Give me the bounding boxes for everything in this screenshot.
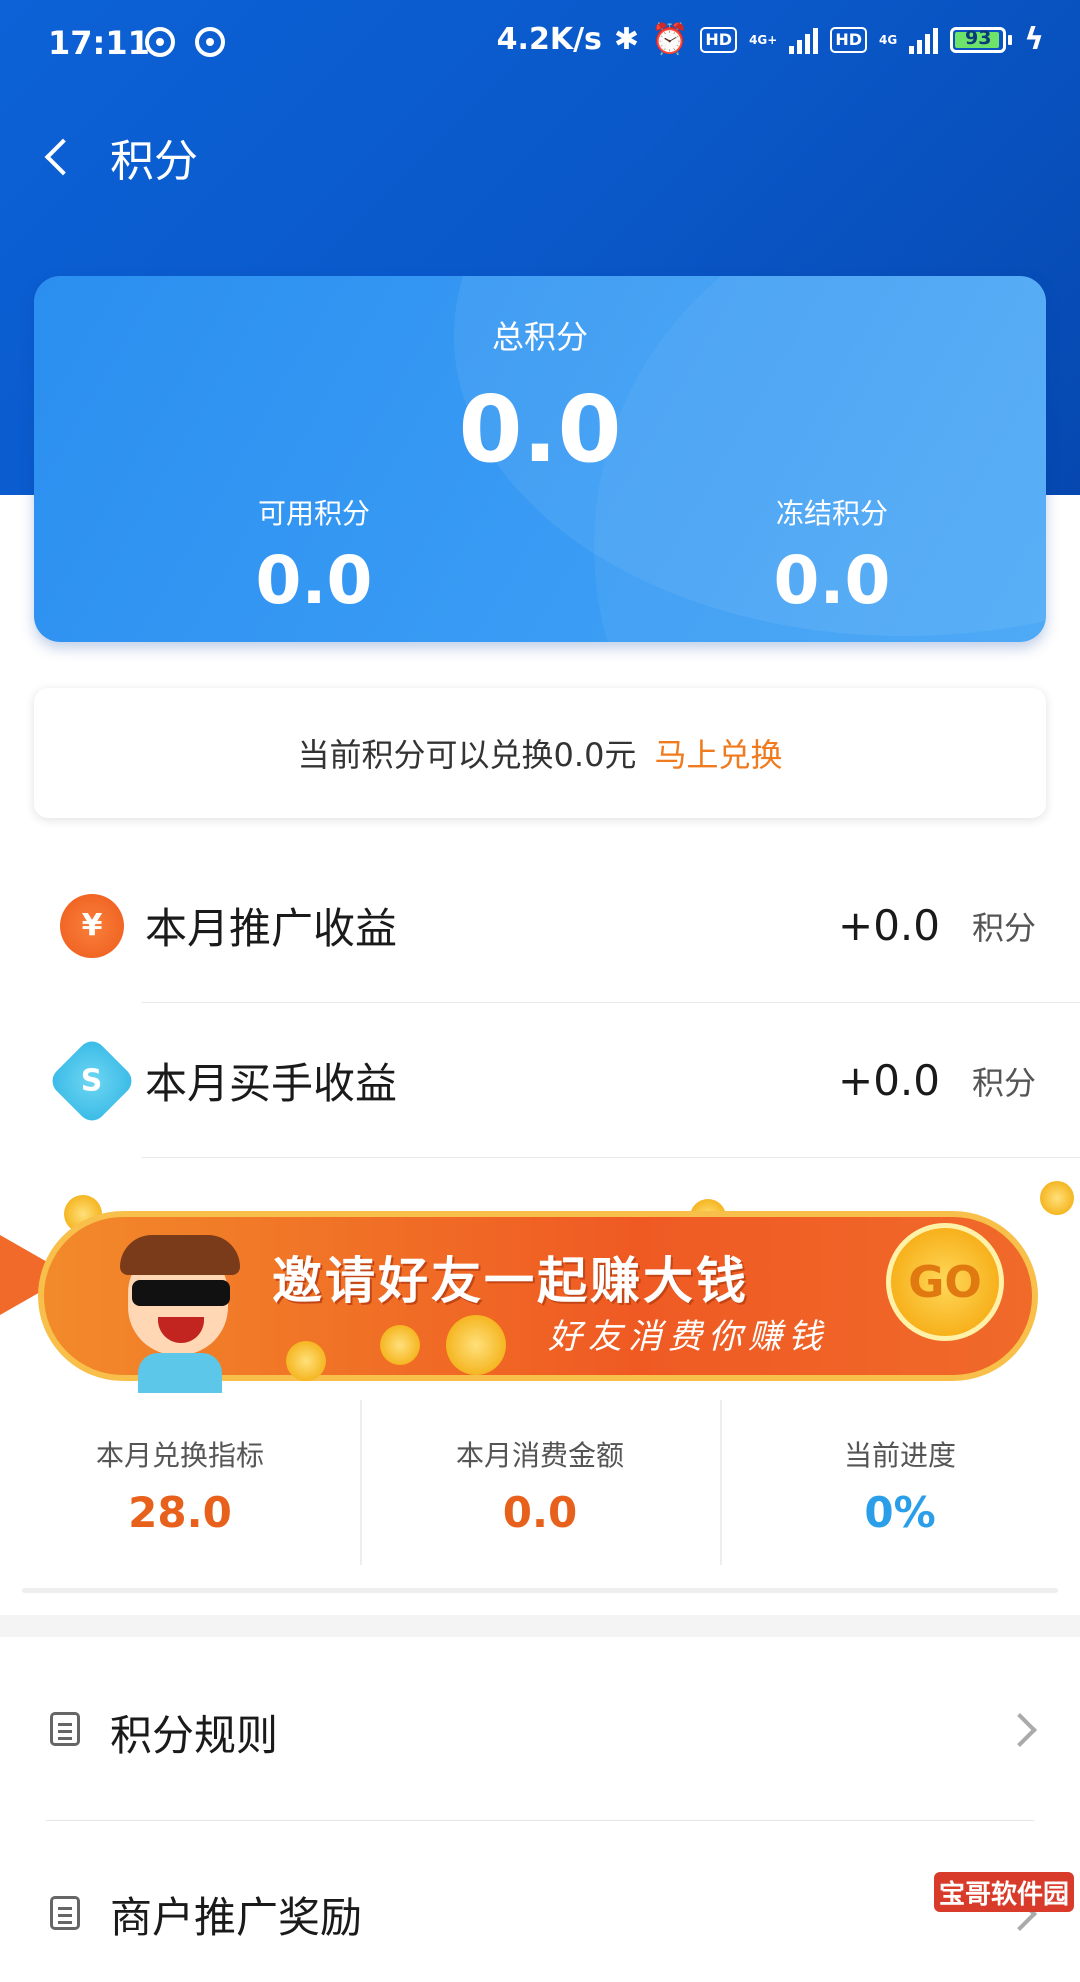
mascot-illustration — [110, 1235, 250, 1393]
menu-divider — [46, 1820, 1034, 1821]
stat-label: 当前进度 — [843, 1439, 956, 1472]
go-button[interactable]: GO — [886, 1223, 1004, 1341]
earnings-unit: 积分 — [971, 908, 1036, 947]
redeem-now-link[interactable]: 马上兑换 — [654, 730, 782, 776]
redeem-card: 当前积分可以兑换0.0元 马上兑换 — [34, 688, 1046, 818]
earnings-row-promotion[interactable]: ¥ 本月推广收益 +0.0 积分 — [0, 848, 1080, 1003]
total-points-label: 总积分 — [491, 318, 588, 356]
stat-label: 本月消费金额 — [455, 1439, 624, 1472]
banner-subtitle: 好友消费你赚钱 — [548, 1317, 828, 1357]
section-separator — [0, 1615, 1080, 1637]
invite-friends-banner[interactable]: 邀请好友一起赚大钱 好友消费你赚钱 GO — [0, 1175, 1080, 1393]
points-summary-card: 总积分 0.0 可用积分 0.0 冻结积分 0.0 — [34, 276, 1046, 642]
banner-title: 邀请好友一起赚大钱 — [272, 1252, 749, 1310]
bluetooth-icon: ✱ — [613, 22, 640, 57]
monthly-stats: 本月兑换指标 28.0 本月消费金额 0.0 当前进度 0% — [0, 1400, 1080, 1565]
coin-decoration — [380, 1325, 420, 1365]
stat-value: 0.0 — [502, 1488, 578, 1537]
charging-icon: ϟ — [1024, 22, 1044, 57]
coin-decoration — [286, 1341, 326, 1381]
frozen-points-label: 冻结积分 — [775, 497, 888, 530]
menu-item-label: 商户推广奖励 — [110, 1893, 363, 1942]
stat-exchange-target: 本月兑换指标 28.0 — [0, 1400, 360, 1565]
signal-icon — [789, 26, 819, 54]
network-type: 4G+ — [749, 32, 778, 47]
signal-icon — [909, 26, 939, 54]
coin-decoration — [1040, 1181, 1074, 1215]
rules-icon — [50, 1712, 80, 1746]
network-type: 4G — [879, 32, 898, 47]
frozen-points: 冻结积分 0.0 — [682, 492, 982, 619]
earnings-label: 本月推广收益 — [145, 904, 398, 953]
buyer-badge-icon: S — [46, 1035, 138, 1126]
total-points-value: 0.0 — [458, 376, 622, 483]
menu-item-label: 积分规则 — [110, 1711, 279, 1760]
menu-item-points-rules[interactable]: 积分规则 — [0, 1650, 1080, 1810]
back-arrow-icon[interactable] — [44, 138, 82, 176]
stat-value: 0% — [864, 1488, 936, 1537]
stat-label: 本月兑换指标 — [95, 1439, 264, 1472]
page-title: 积分 — [110, 136, 198, 187]
watermark-logo: 宝哥软件园 — [934, 1872, 1074, 1912]
net-speed: 4.2K/s — [496, 22, 602, 57]
available-points-label: 可用积分 — [257, 497, 370, 530]
menu-item-merchant-reward[interactable]: 商户推广奖励 — [0, 1822, 1080, 1982]
progress-track — [22, 1588, 1058, 1593]
earnings-unit: 积分 — [971, 1063, 1036, 1102]
hd-badge: HD — [700, 26, 738, 53]
earnings-row-buyer[interactable]: S 本月买手收益 +0.0 积分 — [0, 1003, 1080, 1158]
notification-app-icon — [145, 27, 175, 57]
redeem-text: 当前积分可以兑换0.0元 — [297, 736, 637, 774]
fire-yuan-icon: ¥ — [60, 893, 124, 958]
available-points-value: 0.0 — [255, 542, 373, 619]
coin-decoration — [446, 1315, 506, 1375]
merchant-icon — [50, 1896, 80, 1930]
stat-progress: 当前进度 0% — [720, 1400, 1080, 1565]
battery-icon: 93 — [950, 26, 1013, 53]
row-divider — [142, 1157, 1080, 1158]
stat-monthly-spend: 本月消费金额 0.0 — [360, 1400, 720, 1565]
nav-bar: 积分 — [40, 125, 198, 189]
status-time: 17:11 — [48, 24, 150, 62]
hd-badge: HD — [830, 26, 867, 53]
earnings-value: +0.0 — [838, 1056, 940, 1105]
notification-app-icon — [195, 27, 225, 57]
alarm-icon: ⏰ — [651, 22, 689, 57]
earnings-label: 本月买手收益 — [145, 1059, 398, 1108]
chevron-right-icon — [1003, 1713, 1037, 1747]
earnings-value: +0.0 — [838, 901, 940, 950]
status-bar: 17:11 4.2K/s ✱ ⏰ HD 4G+ HD 4G 93 ϟ — [0, 0, 1080, 92]
frozen-points-value: 0.0 — [773, 542, 891, 619]
stat-value: 28.0 — [128, 1488, 232, 1537]
available-points: 可用积分 0.0 — [164, 492, 464, 619]
